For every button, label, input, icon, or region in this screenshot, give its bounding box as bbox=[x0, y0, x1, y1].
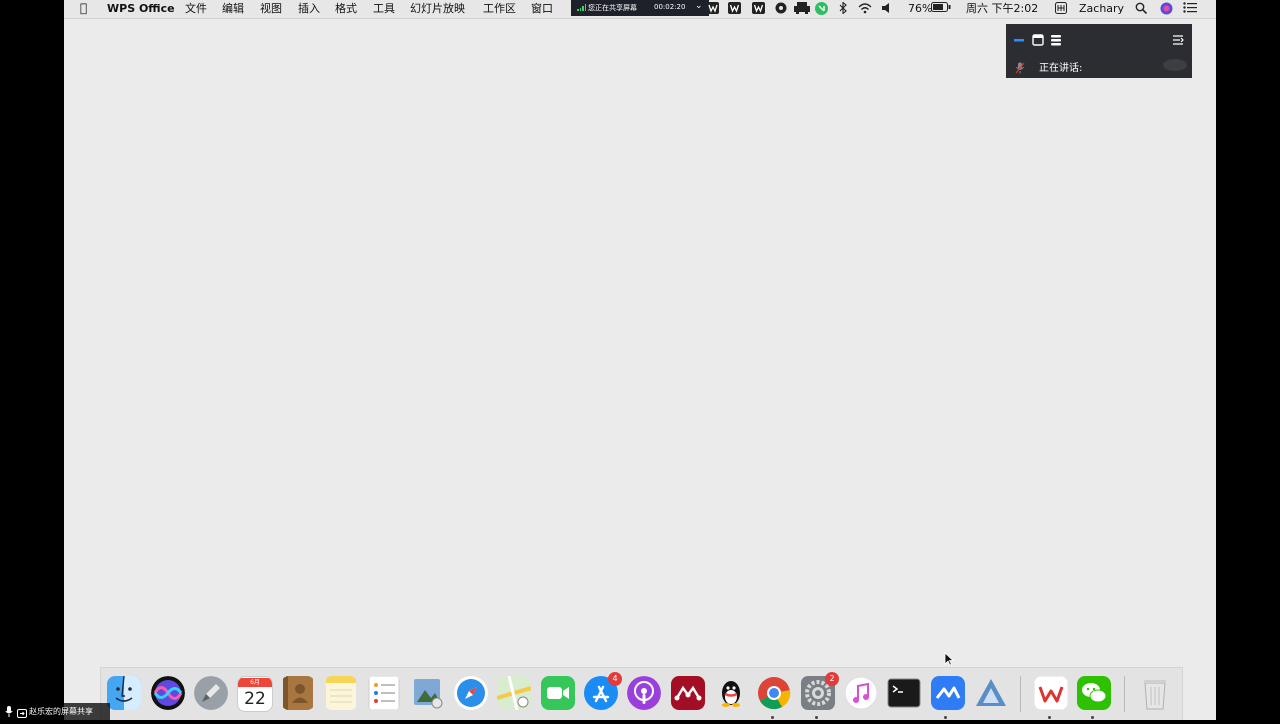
running-indicator bbox=[815, 716, 818, 719]
preview-icon[interactable] bbox=[411, 676, 445, 710]
lark-icon[interactable] bbox=[931, 676, 965, 710]
app-menu[interactable]: WPS Office bbox=[107, 2, 175, 16]
contacts-icon[interactable] bbox=[281, 676, 315, 710]
system-preferences-icon[interactable]: 2 bbox=[801, 672, 839, 710]
notification-center-icon[interactable] bbox=[1183, 2, 1197, 15]
system-preferences-badge: 2 bbox=[825, 672, 839, 686]
launchpad-icon[interactable] bbox=[194, 676, 228, 710]
menu-slideshow[interactable]: 幻灯片放映 bbox=[410, 2, 465, 16]
menu-view[interactable]: 视图 bbox=[260, 2, 282, 16]
user-menu[interactable]: Zachary bbox=[1079, 2, 1124, 16]
maps-icon[interactable] bbox=[497, 676, 531, 710]
share-status: 您正在共享屏幕 bbox=[588, 4, 637, 12]
wps-office-icon[interactable] bbox=[1034, 676, 1068, 710]
wifi-icon[interactable] bbox=[858, 2, 872, 15]
qq-icon[interactable] bbox=[714, 676, 748, 710]
share-timer: 00:02:20 bbox=[654, 3, 686, 11]
microphone-icon bbox=[1015, 59, 1025, 78]
dock-separator bbox=[1020, 676, 1021, 712]
mendeley-icon[interactable] bbox=[671, 676, 705, 710]
vpn-icon[interactable] bbox=[974, 676, 1008, 710]
siri-icon[interactable] bbox=[1160, 2, 1173, 15]
battery-percent[interactable]: 76% bbox=[908, 2, 932, 16]
trash-icon[interactable] bbox=[1138, 676, 1172, 710]
wechat-icon[interactable] bbox=[1077, 676, 1111, 710]
siri-dock-icon[interactable] bbox=[151, 676, 185, 710]
screen-share-indicator[interactable]: 赵乐宏的屏幕共享 bbox=[0, 703, 110, 720]
apple-menu-icon[interactable]:  bbox=[80, 1, 87, 15]
calendar-day: 22 bbox=[244, 688, 266, 709]
dock-separator bbox=[1124, 676, 1125, 712]
running-indicator bbox=[1048, 716, 1051, 719]
battery-icon[interactable] bbox=[931, 2, 951, 15]
speaker-avatar bbox=[1162, 56, 1188, 76]
wps-doc-icon[interactable] bbox=[728, 2, 741, 15]
evernote-icon[interactable] bbox=[815, 2, 828, 15]
microphone-icon[interactable] bbox=[5, 706, 13, 723]
share-indicator-text: 赵乐宏的屏幕共享 bbox=[29, 707, 93, 716]
desktop:  WPS Office 文件 编辑 视图 插入 格式 工具 幻灯片放映 工作区… bbox=[64, 0, 1216, 720]
window-icon[interactable] bbox=[1032, 31, 1044, 46]
menu-workspace[interactable]: 工作区 bbox=[483, 2, 516, 16]
input-method-icon[interactable] bbox=[1054, 2, 1067, 15]
running-indicator bbox=[1091, 716, 1094, 719]
finder-icon[interactable] bbox=[107, 676, 141, 710]
collapse-icon[interactable] bbox=[1172, 31, 1184, 45]
calendar-icon[interactable]: 6月 22 bbox=[237, 676, 273, 712]
screen-share-icon bbox=[17, 707, 27, 724]
printer-icon[interactable] bbox=[794, 2, 810, 15]
menu-edit[interactable]: 编辑 bbox=[222, 2, 244, 16]
chevron-down-icon[interactable]: ⌄ bbox=[695, 1, 703, 11]
globe-icon[interactable] bbox=[774, 2, 787, 15]
wps-tray-icon[interactable] bbox=[706, 2, 719, 15]
safari-icon[interactable] bbox=[454, 676, 488, 710]
itunes-icon[interactable] bbox=[844, 676, 878, 710]
minimize-icon[interactable] bbox=[1013, 31, 1025, 43]
wps-writer-icon[interactable] bbox=[752, 2, 765, 15]
running-indicator bbox=[771, 716, 774, 719]
calendar-month: 6月 bbox=[238, 677, 272, 687]
screen-share-bar[interactable]: 您正在共享屏幕 00:02:20 ⌄ bbox=[571, 0, 709, 16]
menu-insert[interactable]: 插入 bbox=[298, 2, 320, 16]
speaker-label: 正在讲话: bbox=[1039, 63, 1083, 74]
signal-icon bbox=[577, 3, 587, 11]
terminal-icon[interactable] bbox=[887, 676, 921, 710]
list-view-icon[interactable] bbox=[1050, 31, 1062, 46]
menu-tools[interactable]: 工具 bbox=[373, 2, 395, 16]
chrome-icon[interactable] bbox=[757, 676, 791, 710]
dock: 6月 22 4 2 bbox=[100, 667, 1183, 720]
menu-file[interactable]: 文件 bbox=[185, 2, 207, 16]
menu-window[interactable]: 窗口 bbox=[531, 2, 553, 16]
menu-bar:  WPS Office 文件 编辑 视图 插入 格式 工具 幻灯片放映 工作区… bbox=[64, 0, 1216, 19]
reminders-icon[interactable] bbox=[367, 676, 401, 710]
bluetooth-icon[interactable] bbox=[836, 1, 849, 15]
running-indicator bbox=[944, 716, 947, 719]
app-store-icon[interactable]: 4 bbox=[584, 672, 622, 710]
notes-icon[interactable] bbox=[324, 676, 358, 710]
search-icon[interactable] bbox=[1134, 2, 1147, 15]
mouse-cursor bbox=[944, 651, 955, 666]
volume-icon[interactable] bbox=[879, 2, 892, 15]
speaker-panel: 正在讲话: bbox=[1006, 24, 1192, 78]
app-store-badge: 4 bbox=[608, 672, 622, 686]
facetime-icon[interactable] bbox=[541, 676, 575, 710]
menu-format[interactable]: 格式 bbox=[335, 2, 357, 16]
podcasts-icon[interactable] bbox=[627, 676, 661, 710]
menu-clock[interactable]: 周六 下午2:02 bbox=[966, 2, 1038, 16]
